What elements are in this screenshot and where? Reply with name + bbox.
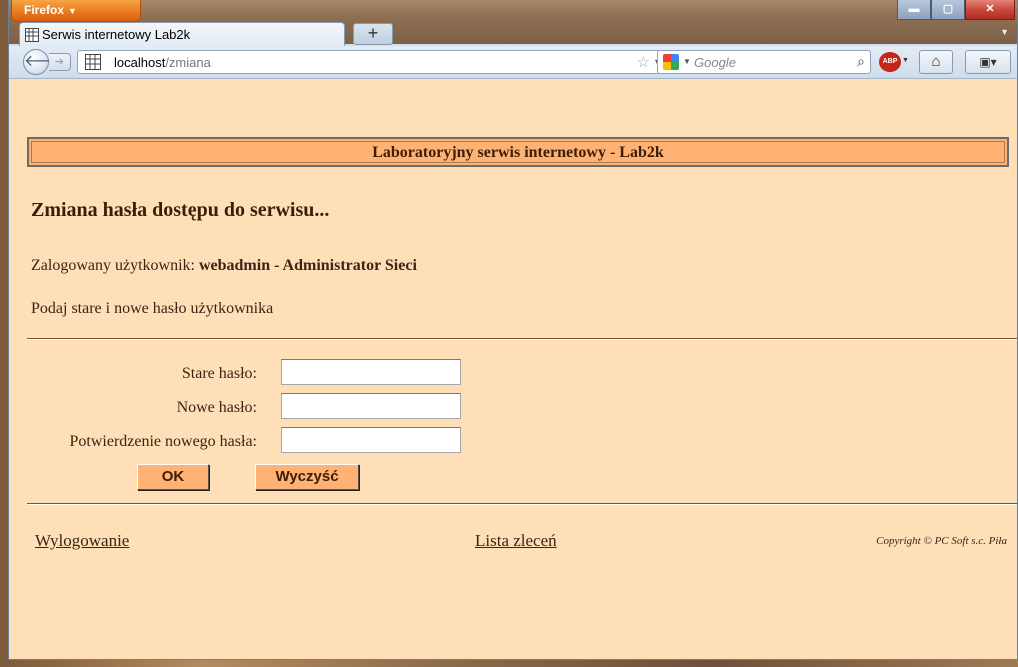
title-bar: Firefox ▼ ▬ ▢ ✕ Serwis internetowy Lab2k … (9, 0, 1017, 46)
logout-link[interactable]: Wylogowanie (35, 531, 129, 551)
bookmark-star-icon[interactable]: ☆ (637, 53, 650, 71)
tab-list-chevron-icon[interactable]: ▼ (1000, 27, 1009, 37)
adblock-icon[interactable]: ABP (879, 52, 901, 72)
logged-user-line: Zalogowany użytkownik: webadmin - Admini… (31, 257, 417, 275)
bookmarks-icon[interactable]: ▣▾ (965, 50, 1011, 74)
window-controls: ▬ ▢ ✕ (897, 0, 1015, 22)
adblock-chevron-icon[interactable]: ▼ (902, 57, 909, 64)
maximize-icon[interactable]: ▢ (931, 0, 965, 20)
ok-button[interactable]: OK (137, 464, 209, 490)
address-bar[interactable]: localhost/zmiana ☆ ▼ ↻ (77, 50, 693, 74)
tab-active[interactable]: Serwis internetowy Lab2k (19, 22, 345, 46)
url-host: localhost (114, 55, 166, 70)
old-password-field[interactable] (281, 359, 461, 385)
url-path: /zmiana (165, 55, 211, 70)
chevron-down-icon: ▼ (68, 6, 77, 16)
new-password-field[interactable] (281, 393, 461, 419)
url-text: localhost/zmiana (114, 55, 211, 70)
logged-user-name: webadmin - Administrator Sieci (198, 257, 417, 274)
divider-bottom (27, 503, 1017, 505)
page-favicon-icon (25, 28, 39, 45)
site-banner: Laboratoryjny serwis internetowy - Lab2k (27, 137, 1009, 167)
search-engine-chevron-icon[interactable]: ▼ (683, 57, 691, 66)
page-title: Zmiana hasła dostępu do serwisu... (31, 199, 330, 221)
forward-icon[interactable]: ➔ (49, 53, 71, 71)
search-placeholder: Google (694, 55, 736, 70)
instruction-text: Podaj stare i nowe hasło użytkownika (31, 300, 274, 317)
orders-list-link[interactable]: Lista zleceń (475, 531, 557, 551)
close-icon[interactable]: ✕ (965, 0, 1015, 20)
new-password-label: Nowe hasło: (176, 399, 257, 416)
firefox-menu-label: Firefox (24, 3, 65, 17)
navigation-toolbar: 🡐 ➔ localhost/zmiana ☆ ▼ ↻ ▼ Google ⌕ AB… (9, 46, 1017, 79)
new-tab-button[interactable]: + (353, 23, 393, 45)
home-icon[interactable]: ⌂ (919, 50, 953, 74)
divider-top (27, 338, 1017, 340)
browser-window: Firefox ▼ ▬ ▢ ✕ Serwis internetowy Lab2k … (8, 0, 1018, 660)
logged-user-label: Zalogowany użytkownik: (31, 257, 199, 274)
old-password-label: Stare hasło: (181, 365, 257, 382)
minimize-icon[interactable]: ▬ (897, 0, 931, 20)
back-icon[interactable]: 🡐 (23, 49, 67, 75)
search-bar[interactable]: ▼ Google ⌕ (657, 50, 871, 74)
clear-button[interactable]: Wyczyść (255, 464, 359, 490)
firefox-menu-button[interactable]: Firefox ▼ (11, 0, 141, 22)
banner-title: Laboratoryjny serwis internetowy - Lab2k (31, 141, 1005, 163)
search-engine-icon[interactable] (663, 54, 679, 70)
site-identity-icon (85, 54, 101, 75)
tab-title: Serwis internetowy Lab2k (42, 27, 191, 42)
confirm-password-field[interactable] (281, 427, 461, 453)
confirm-password-label: Potwierdzenie nowego hasła: (69, 433, 258, 450)
copyright-notice: Copyright © PC Soft s.c. Piła (876, 535, 1007, 547)
search-icon[interactable]: ⌕ (857, 53, 865, 70)
page-content: Laboratoryjny serwis internetowy - Lab2k… (9, 79, 1017, 659)
